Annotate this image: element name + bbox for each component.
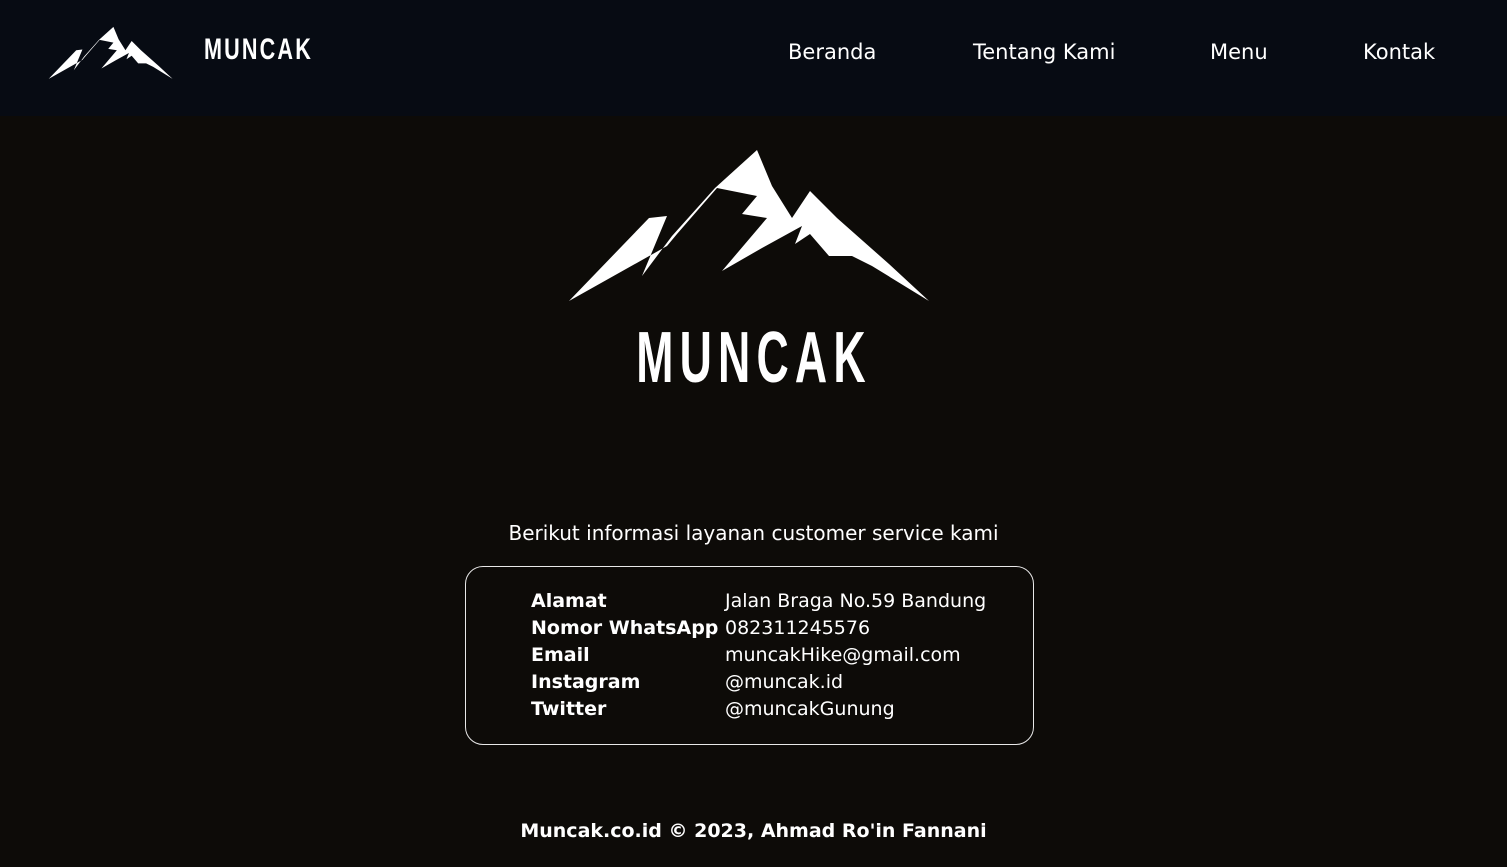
main-nav: Beranda Tentang Kami Menu Kontak (0, 40, 1507, 70)
contact-value: muncakHike@gmail.com (725, 644, 961, 666)
contact-row-email: Email muncakHike@gmail.com (531, 644, 1011, 671)
hero-mountain-logo (569, 150, 929, 301)
hero-wordmark-text: MUNCAK (635, 318, 872, 398)
navbar: MUNCAK Beranda Tentang Kami Menu Kontak (0, 0, 1507, 116)
contact-card: Alamat Jalan Braga No.59 Bandung Nomor W… (465, 566, 1034, 745)
contact-value: 082311245576 (725, 617, 871, 639)
nav-item-kontak[interactable]: Kontak (1363, 40, 1435, 64)
nav-item-menu[interactable]: Menu (1210, 40, 1268, 64)
contact-row-twitter: Twitter @muncakGunung (531, 698, 1011, 725)
contact-label: Twitter (531, 698, 607, 720)
contact-intro: Berikut informasi layanan customer servi… (508, 521, 999, 545)
footer-copyright: Muncak.co.id © 2023, Ahmad Ro'in Fannani (520, 820, 987, 842)
nav-item-beranda[interactable]: Beranda (788, 40, 876, 64)
contact-label: Nomor WhatsApp (531, 617, 719, 639)
nav-item-tentang-kami[interactable]: Tentang Kami (973, 40, 1115, 64)
hero-wordmark: MUNCAK (0, 318, 1507, 398)
contact-value: @muncak.id (725, 671, 844, 693)
contact-value: Jalan Braga No.59 Bandung (725, 590, 987, 612)
contact-value: @muncakGunung (725, 698, 895, 720)
contact-label: Instagram (531, 671, 641, 693)
contact-row-address: Alamat Jalan Braga No.59 Bandung (531, 590, 1011, 617)
contact-label: Email (531, 644, 590, 666)
contact-label: Alamat (531, 590, 607, 612)
contact-row-whatsapp: Nomor WhatsApp 082311245576 (531, 617, 1011, 644)
contact-row-instagram: Instagram @muncak.id (531, 671, 1011, 698)
